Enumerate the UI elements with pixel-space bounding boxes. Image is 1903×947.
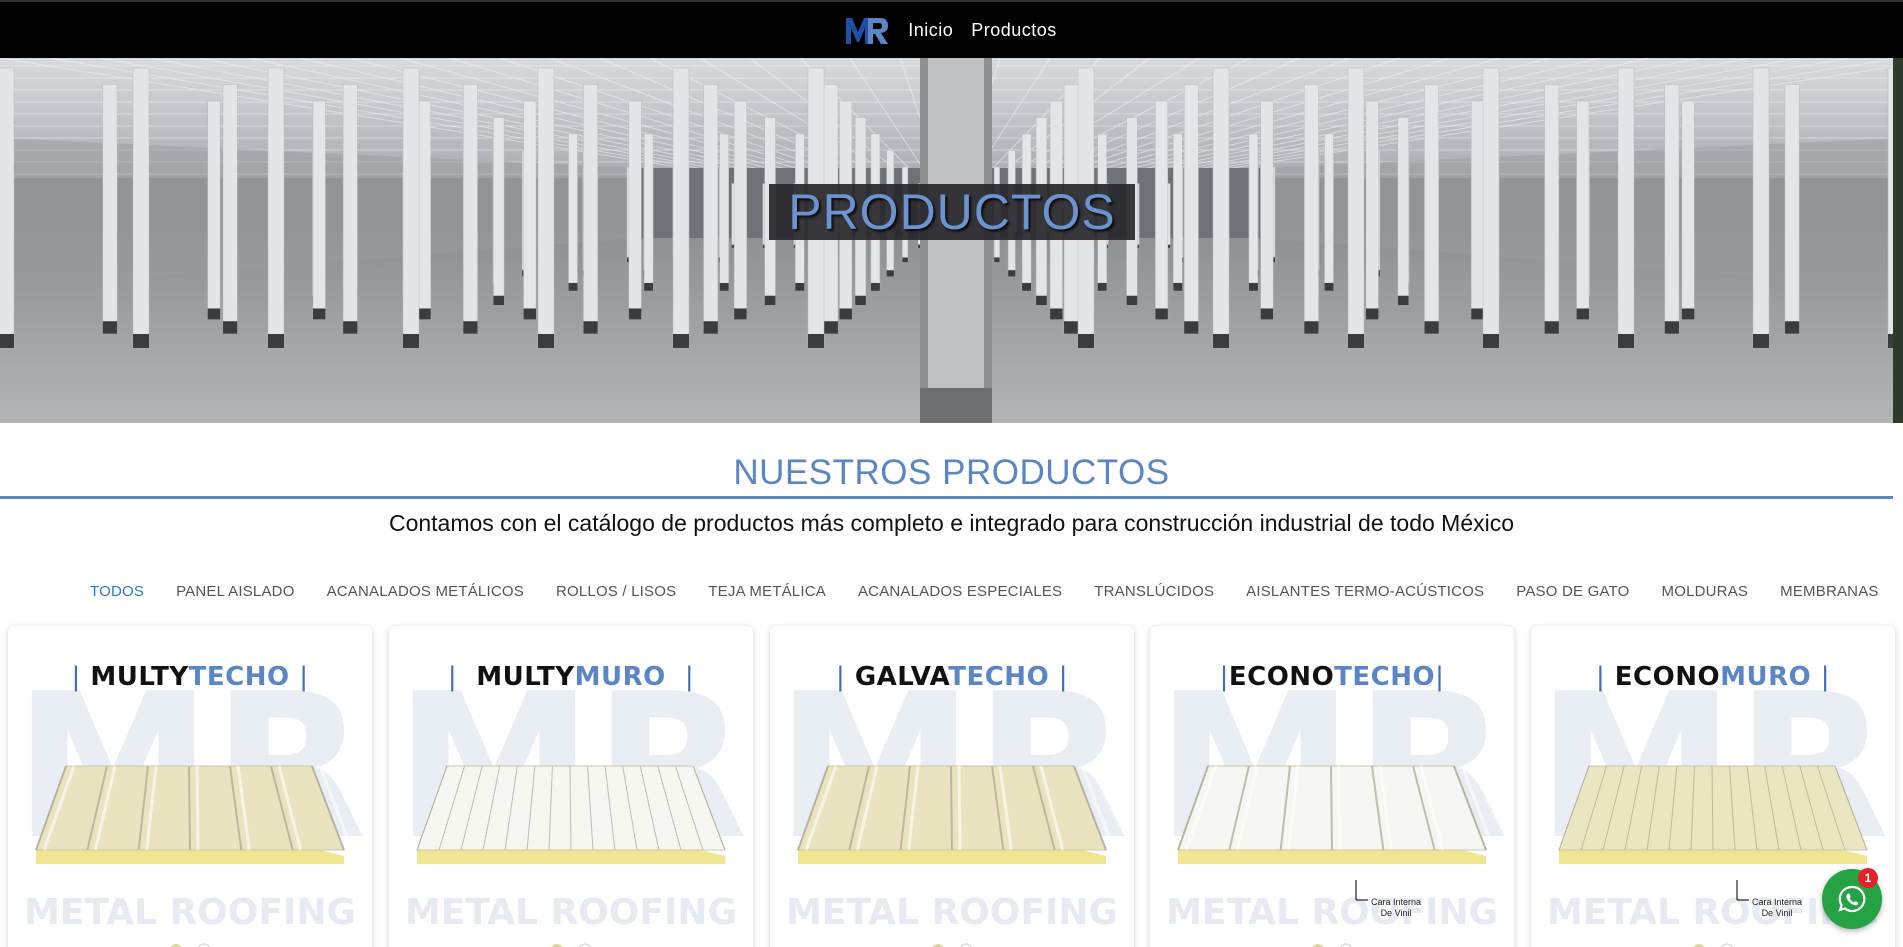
product-card[interactable]: MRMETAL ROOFING | MULTYMURO | [389,626,753,947]
product-card[interactable]: MRMETAL ROOFINGCara InternaDe Vinil |ECO… [1150,626,1514,947]
insulated-panel-shape [1177,765,1496,864]
filter-tab-rollos-lisos[interactable]: ROLLOS / LISOS [556,583,676,600]
mr-logo-icon [846,18,889,44]
product-title: |ECONOTECHO| [1219,662,1445,692]
top-navbar: Inicio Productos [0,0,1903,58]
product-title: | ECONOMURO | [1595,662,1831,692]
insulated-panel-shape [1558,765,1868,864]
filter-tab-molduras[interactable]: MOLDURAS [1662,583,1749,600]
product-title: | MULTYMURO | [447,662,695,692]
watermark-text: METAL ROOFING [405,892,737,933]
section-divider [0,496,1893,499]
whatsapp-icon [1838,885,1866,913]
hero-title-box: PRODUCTOS [769,184,1135,240]
insulated-panel-shape [797,765,1116,864]
notification-badge: 1 [1858,868,1878,888]
filter-tab-acanalados-especiales[interactable]: ACANALADOS ESPECIALES [858,583,1062,600]
mr-logo[interactable] [844,14,890,46]
hero-title: PRODUCTOS [788,184,1116,240]
nav-link-productos[interactable]: Productos [969,20,1059,41]
filter-tab-todos[interactable]: TODOS [90,583,144,600]
product-title: | MULTYTECHO | [71,662,309,692]
page: Inicio Productos PRODUCTOS NUESTROS PROD… [0,0,1903,947]
filter-tab-acanalados-metalicos[interactable]: ACANALADOS METÁLICOS [327,583,524,600]
panel-note-line1: Cara Interna [1371,897,1421,907]
product-title: | GALVATECHO | [835,662,1069,692]
section-subtitle: Contamos con el catálogo de productos má… [388,510,1515,536]
panel-note-line2: De Vinil [1381,908,1412,918]
product-card[interactable]: MRMETAL ROOFING | MULTYTECHO | [8,626,372,947]
insulated-panel-shape [416,765,726,864]
watermark-text: METAL ROOFING [24,892,356,933]
watermark-text: METAL ROOFING [786,892,1118,933]
watermark-text: METAL ROOFING [1166,892,1498,933]
hero-banner: PRODUCTOS [0,58,1903,423]
section-title: NUESTROS PRODUCTOS [733,453,1170,492]
product-filter-tabs: TODOS PANEL AISLADO ACANALADOS METÁLICOS… [90,583,1903,600]
filter-tab-aislantes[interactable]: AISLANTES TERMO-ACÚSTICOS [1246,583,1484,600]
filter-tab-panel-aislado[interactable]: PANEL AISLADO [176,583,294,600]
product-card[interactable]: MRMETAL ROOFING | GALVATECHO | [770,626,1134,947]
panel-note-line2: De Vinil [1762,908,1793,918]
filter-tab-membranas[interactable]: MEMBRANAS [1780,583,1878,600]
side-strip [1893,58,1903,423]
filter-tab-translucidos[interactable]: TRANSLÚCIDOS [1094,583,1214,600]
nav-link-inicio[interactable]: Inicio [906,20,955,41]
filter-tab-paso-de-gato[interactable]: PASO DE GATO [1516,583,1629,600]
filter-tab-teja-metalica[interactable]: TEJA METÁLICA [708,583,826,600]
insulated-panel-shape [35,765,354,864]
panel-note-line1: Cara Interna [1752,897,1802,907]
